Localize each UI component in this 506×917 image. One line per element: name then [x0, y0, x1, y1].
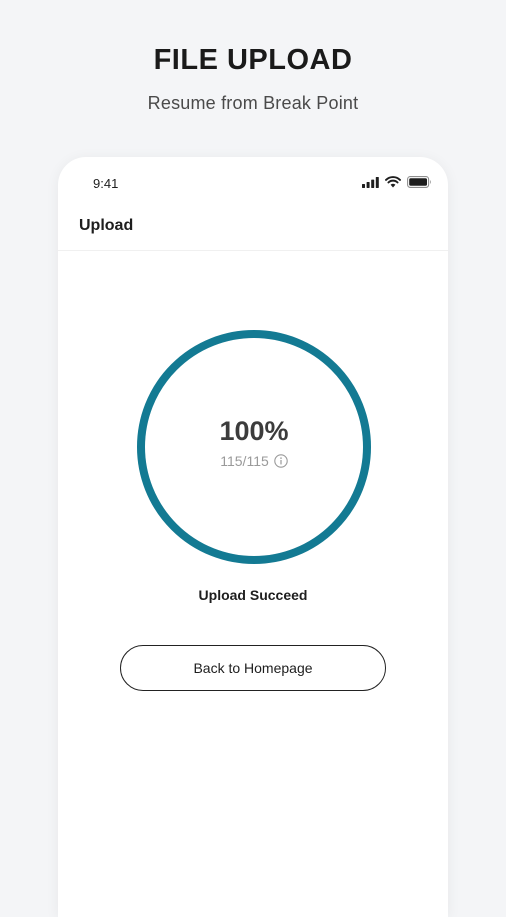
- progress-count-row: 115/115: [220, 453, 288, 469]
- page-title: FILE UPLOAD: [153, 44, 353, 76]
- progress-percent: 100%: [219, 415, 289, 446]
- status-icons: [362, 175, 432, 193]
- phone-screen: 9:41 Upload 100% 115/115 Upload Succeed …: [58, 157, 448, 917]
- progress-readout: 100% 115/115: [136, 329, 372, 565]
- nav-title: Upload: [79, 217, 134, 234]
- upload-status-message: Upload Succeed: [198, 587, 308, 603]
- battery-icon: [407, 175, 432, 193]
- wifi-icon: [385, 175, 401, 193]
- signal-icon: [362, 175, 379, 193]
- info-icon[interactable]: [274, 453, 288, 468]
- page-subtitle: Resume from Break Point: [147, 93, 359, 113]
- back-to-homepage-button[interactable]: Back to Homepage: [120, 645, 386, 691]
- nav-bar: Upload: [58, 207, 448, 251]
- status-time: 9:41: [93, 176, 119, 191]
- progress-count: 115/115: [220, 452, 269, 469]
- status-bar: 9:41: [58, 157, 448, 207]
